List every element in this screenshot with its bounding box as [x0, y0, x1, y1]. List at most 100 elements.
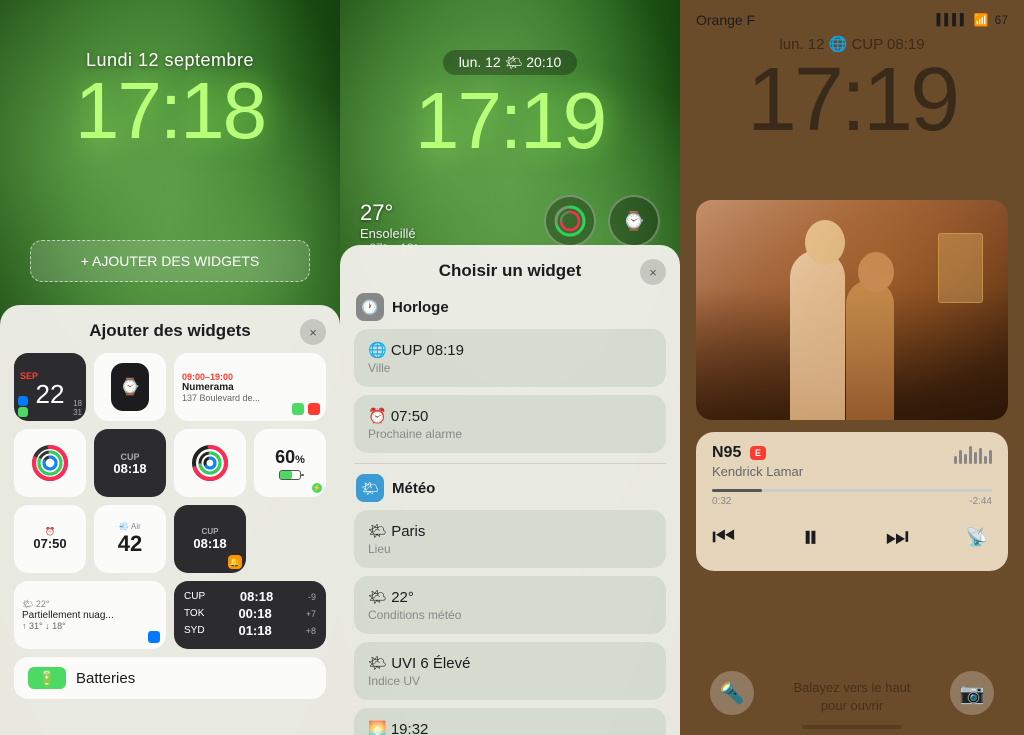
widget-calendar[interactable]: SEP 22 1831 [14, 353, 86, 421]
panel1-widget-sheet: Ajouter des widgets × SEP 22 1831 ⌚ [0, 305, 340, 735]
conditions-option-sub: Conditions météo [368, 608, 652, 622]
np-airplay-button[interactable]: 📡 [962, 522, 992, 552]
panel2-sheet-title: Choisir un widget [354, 261, 666, 281]
panel-2: lun. 12 🌤 20:10 17:19 27° Ensoleillé ↑ 2… [340, 0, 680, 735]
widget-activity-ring[interactable] [14, 429, 86, 497]
np-rewind-button[interactable]: ⏮ [712, 521, 735, 553]
swipe-up-hint: Balayez vers le haut pour ouvrir [793, 679, 910, 715]
widget-event[interactable]: 09:00–19:00 Numerama 137 Boulevard de... [174, 353, 326, 421]
panel2-widgets-right: ⌚ [544, 195, 660, 247]
widget-battery-percent[interactable]: 60% ⚡ [254, 429, 326, 497]
np-track-info: N95 E Kendrick Lamar [712, 444, 803, 479]
batteries-label: Batteries [76, 670, 135, 687]
section-divider [354, 463, 666, 464]
panel2-temp: 27° [360, 200, 418, 226]
panel2-time: 17:19 [360, 81, 660, 161]
widget-air-quality[interactable]: 💨 Air 42 [94, 505, 166, 573]
np-progress-fill [712, 489, 762, 492]
album-art-image [696, 200, 1008, 420]
np-explicit-badge: E [750, 446, 766, 460]
tz-diff-syd: +8 [306, 626, 316, 636]
np-forward-button[interactable]: ⏭ [886, 521, 909, 553]
alarm-option-title: ⏰ 07:50 [368, 407, 652, 425]
widget-activity2[interactable] [174, 429, 246, 497]
signal-icon: ▌▌▌▌ [937, 14, 968, 26]
np-time-remaining: -2:44 [969, 496, 992, 507]
calendar-day: 22 [36, 381, 65, 407]
flashlight-button[interactable]: 🔦 [710, 671, 754, 715]
widget-option-uvi[interactable]: 🌤 UVI 6 Élevé Indice UV [354, 642, 666, 700]
panel1-time: 17:18 [20, 71, 320, 151]
tz-time-syd: 01:18 [239, 623, 272, 638]
np-pause-button[interactable]: ⏸ [788, 515, 832, 559]
meteo-section-name: Météo [392, 480, 435, 497]
tz-time-tok: 00:18 [238, 606, 271, 621]
widget-alarm[interactable]: ⏰ 07:50 [14, 505, 86, 573]
widget-grid: SEP 22 1831 ⌚ 09:00–19:00 Numerama 137 B… [14, 353, 326, 649]
np-time-elapsed: 0:32 [712, 496, 731, 507]
np-times: 0:32 -2:44 [712, 496, 992, 507]
np-progress-bar[interactable] [712, 489, 992, 492]
section-header-clock: 🕐 Horloge [354, 293, 666, 321]
panel2-desc: Ensoleillé [360, 226, 418, 241]
panel-3: Orange F ▌▌▌▌ 📶 67 lun. 12 🌐 CUP 08:19 1… [680, 0, 1024, 735]
now-playing-widget: N95 E Kendrick Lamar 0:32 [696, 432, 1008, 571]
widget-timezone[interactable]: CUP 08:18 -9 TOK 00:18 +7 SYD 01:18 +8 [174, 581, 326, 649]
panel-1: Lundi 12 septembre 17:18 + AJOUTER DES W… [0, 0, 340, 735]
batteries-widget[interactable]: 🔋 Batteries [14, 657, 326, 699]
np-controls: ⏮ ⏸ ⏭ 📡 [712, 515, 992, 559]
np-track-name: N95 E [712, 444, 803, 462]
panel1-sheet-title: Ajouter des widgets [14, 321, 326, 341]
panel3-time-area: lun. 12 🌐 CUP 08:19 17:19 [680, 35, 1024, 145]
widget-option-paris[interactable]: 🌤 Paris Lieu [354, 510, 666, 568]
panel3-status-bar: Orange F ▌▌▌▌ 📶 67 [680, 0, 1024, 28]
meteo-section-icon: 🌤 [356, 474, 384, 502]
sunrise-option-title: 🌅 19:32 [368, 720, 652, 735]
clock-section-name: Horloge [392, 299, 449, 316]
home-indicator [802, 725, 902, 729]
uvi-option-title: 🌤 UVI 6 Élevé [368, 654, 652, 672]
clock-section-icon: 🕐 [356, 293, 384, 321]
uvi-option-sub: Indice UV [368, 674, 652, 688]
alarm-option-sub: Prochaine alarme [368, 427, 652, 441]
paris-option-title: 🌤 Paris [368, 522, 652, 540]
carrier-name: Orange F [696, 12, 755, 28]
add-widget-button[interactable]: + AJOUTER DES WIDGETS [30, 240, 310, 282]
event-name: Numerama [182, 382, 234, 393]
tz-city-cup: CUP [184, 591, 205, 602]
cup-option-sub: Ville [368, 361, 652, 375]
np-waveform [954, 444, 992, 464]
panel1-close-button[interactable]: × [300, 319, 326, 345]
widget-option-alarm[interactable]: ⏰ 07:50 Prochaine alarme [354, 395, 666, 453]
tz-diff-tok: +7 [306, 609, 316, 619]
panel2-lock-screen: lun. 12 🌤 20:10 17:19 [340, 0, 680, 181]
panel3-bottom-bar: 🔦 Balayez vers le haut pour ouvrir 📷 [680, 655, 1024, 735]
widget-cup-clock[interactable]: CUP 08:18 [94, 429, 166, 497]
np-progress[interactable]: 0:32 -2:44 [712, 489, 992, 507]
camera-button[interactable]: 📷 [950, 671, 994, 715]
tz-diff-cup: -9 [308, 592, 316, 602]
np-header: N95 E Kendrick Lamar [712, 444, 992, 479]
widget-option-conditions[interactable]: 🌤 22° Conditions météo [354, 576, 666, 634]
tz-city-tok: TOK [184, 608, 204, 619]
widget-watch[interactable]: ⌚ [94, 353, 166, 421]
panel1-lock-screen: Lundi 12 septembre 17:18 [0, 0, 340, 171]
panel2-status-bar: lun. 12 🌤 20:10 [443, 50, 578, 75]
widget-weather[interactable]: 🌤 22° Partiellement nuag... ↑ 31° ↓ 18° [14, 581, 166, 649]
panel2-close-button[interactable]: × [640, 259, 666, 285]
np-artist-name: Kendrick Lamar [712, 464, 803, 479]
paris-option-sub: Lieu [368, 542, 652, 556]
widget-option-sunrise[interactable]: 🌅 19:32 Lever et coucher de soleil [354, 708, 666, 735]
battery-indicator: 67 [995, 13, 1008, 27]
tz-time-cup: 08:18 [240, 589, 273, 604]
widget-cup-time2[interactable]: CUP 08:18 🔔 [174, 505, 246, 573]
panel2-widget-ring[interactable] [544, 195, 596, 247]
panel3-time: 17:19 [680, 55, 1024, 145]
widget-option-cup[interactable]: 🌐 CUP 08:19 Ville [354, 329, 666, 387]
panel2-widget-sheet: Choisir un widget × 🕐 Horloge 🌐 CUP 08:1… [340, 245, 680, 735]
status-icons: ▌▌▌▌ 📶 67 [937, 13, 1009, 27]
section-header-meteo: 🌤 Météo [354, 474, 666, 502]
panel2-widget-stopwatch[interactable]: ⌚ [608, 195, 660, 247]
wifi-icon: 📶 [974, 13, 989, 27]
tz-city-syd: SYD [184, 625, 205, 636]
